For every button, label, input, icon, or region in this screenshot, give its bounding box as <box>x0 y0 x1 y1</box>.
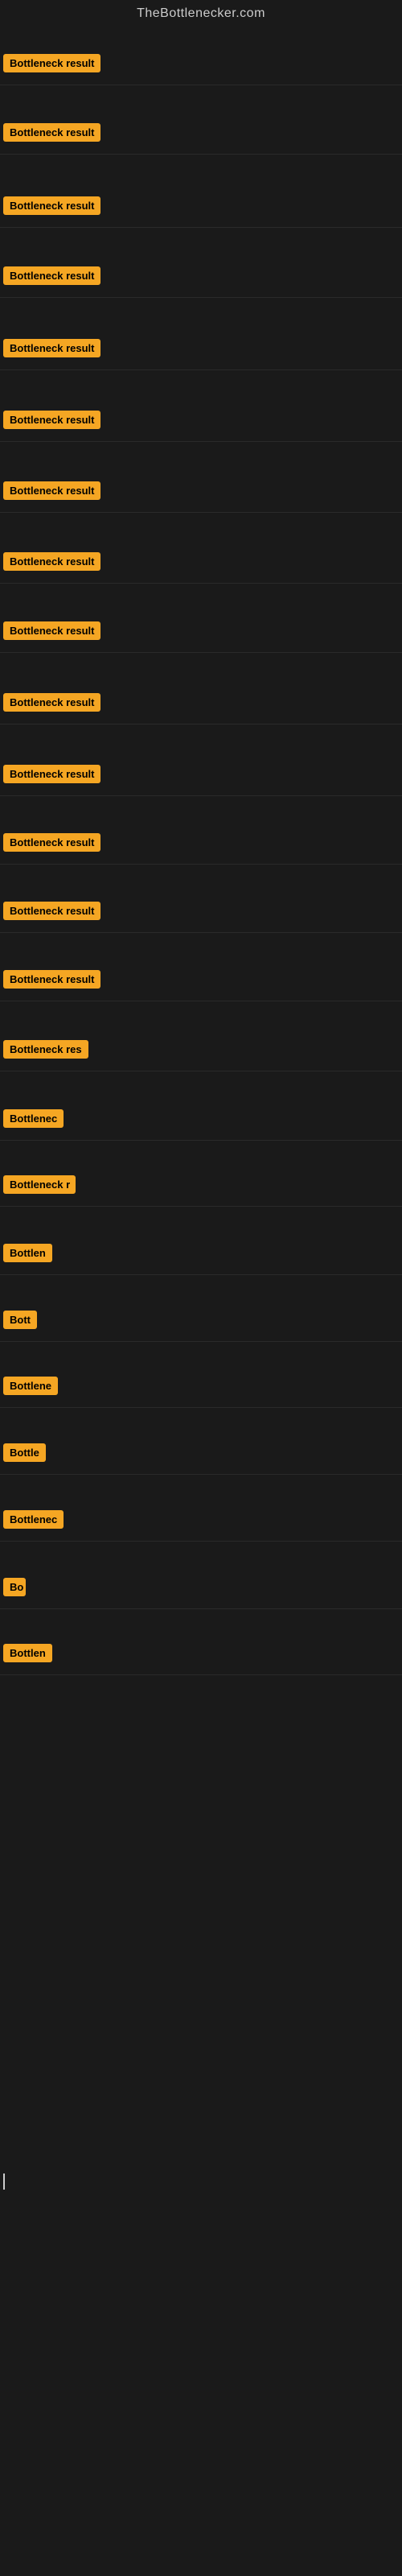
result-row-18: Bottlen <box>0 1236 402 1275</box>
site-title: TheBottlenecker.com <box>0 0 402 27</box>
bottleneck-badge-5[interactable]: Bottleneck result <box>3 339 100 357</box>
bottleneck-badge-3[interactable]: Bottleneck result <box>3 196 100 215</box>
bottleneck-badge-24[interactable]: Bottlen <box>3 1644 52 1662</box>
result-row-3: Bottleneck result <box>0 188 402 228</box>
bottleneck-badge-4[interactable]: Bottleneck result <box>3 266 100 285</box>
bottleneck-badge-2[interactable]: Bottleneck result <box>3 123 100 142</box>
result-row-12: Bottleneck result <box>0 825 402 865</box>
result-row-2: Bottleneck result <box>0 115 402 155</box>
bottleneck-badge-17[interactable]: Bottleneck r <box>3 1175 76 1194</box>
result-row-14: Bottleneck result <box>0 962 402 1001</box>
bottleneck-badge-10[interactable]: Bottleneck result <box>3 693 100 712</box>
bottleneck-badge-23[interactable]: Bo <box>3 1578 26 1596</box>
bottleneck-badge-21[interactable]: Bottle <box>3 1443 46 1462</box>
result-row-17: Bottleneck r <box>0 1167 402 1207</box>
bottleneck-badge-11[interactable]: Bottleneck result <box>3 765 100 783</box>
result-row-11: Bottleneck result <box>0 757 402 796</box>
result-row-21: Bottle <box>0 1435 402 1475</box>
result-row-24: Bottlen <box>0 1636 402 1675</box>
result-row-6: Bottleneck result <box>0 402 402 442</box>
result-row-5: Bottleneck result <box>0 331 402 370</box>
bottleneck-badge-7[interactable]: Bottleneck result <box>3 481 100 500</box>
bottleneck-badge-1[interactable]: Bottleneck result <box>3 54 100 72</box>
result-row-10: Bottleneck result <box>0 685 402 724</box>
result-row-9: Bottleneck result <box>0 613 402 653</box>
result-row-7: Bottleneck result <box>0 473 402 513</box>
result-row-19: Bott <box>0 1302 402 1342</box>
bottleneck-badge-13[interactable]: Bottleneck result <box>3 902 100 920</box>
result-row-1: Bottleneck result <box>0 46 402 85</box>
result-row-20: Bottlene <box>0 1368 402 1408</box>
result-row-22: Bottlenec <box>0 1502 402 1542</box>
result-row-16: Bottlenec <box>0 1101 402 1141</box>
result-row-15: Bottleneck res <box>0 1032 402 1071</box>
bottleneck-badge-20[interactable]: Bottlene <box>3 1377 58 1395</box>
bottleneck-badge-9[interactable]: Bottleneck result <box>3 621 100 640</box>
bottleneck-badge-18[interactable]: Bottlen <box>3 1244 52 1262</box>
result-row-4: Bottleneck result <box>0 258 402 298</box>
bottleneck-badge-6[interactable]: Bottleneck result <box>3 411 100 429</box>
bottleneck-badge-16[interactable]: Bottlenec <box>3 1109 64 1128</box>
bottleneck-badge-15[interactable]: Bottleneck res <box>3 1040 88 1059</box>
result-row-8: Bottleneck result <box>0 544 402 584</box>
bottleneck-badge-14[interactable]: Bottleneck result <box>3 970 100 989</box>
cursor-indicator <box>3 2174 5 2190</box>
bottleneck-badge-8[interactable]: Bottleneck result <box>3 552 100 571</box>
result-row-23: Bo <box>0 1570 402 1609</box>
result-row-13: Bottleneck result <box>0 894 402 933</box>
bottleneck-badge-22[interactable]: Bottlenec <box>3 1510 64 1529</box>
bottleneck-badge-12[interactable]: Bottleneck result <box>3 833 100 852</box>
bottleneck-badge-19[interactable]: Bott <box>3 1311 37 1329</box>
